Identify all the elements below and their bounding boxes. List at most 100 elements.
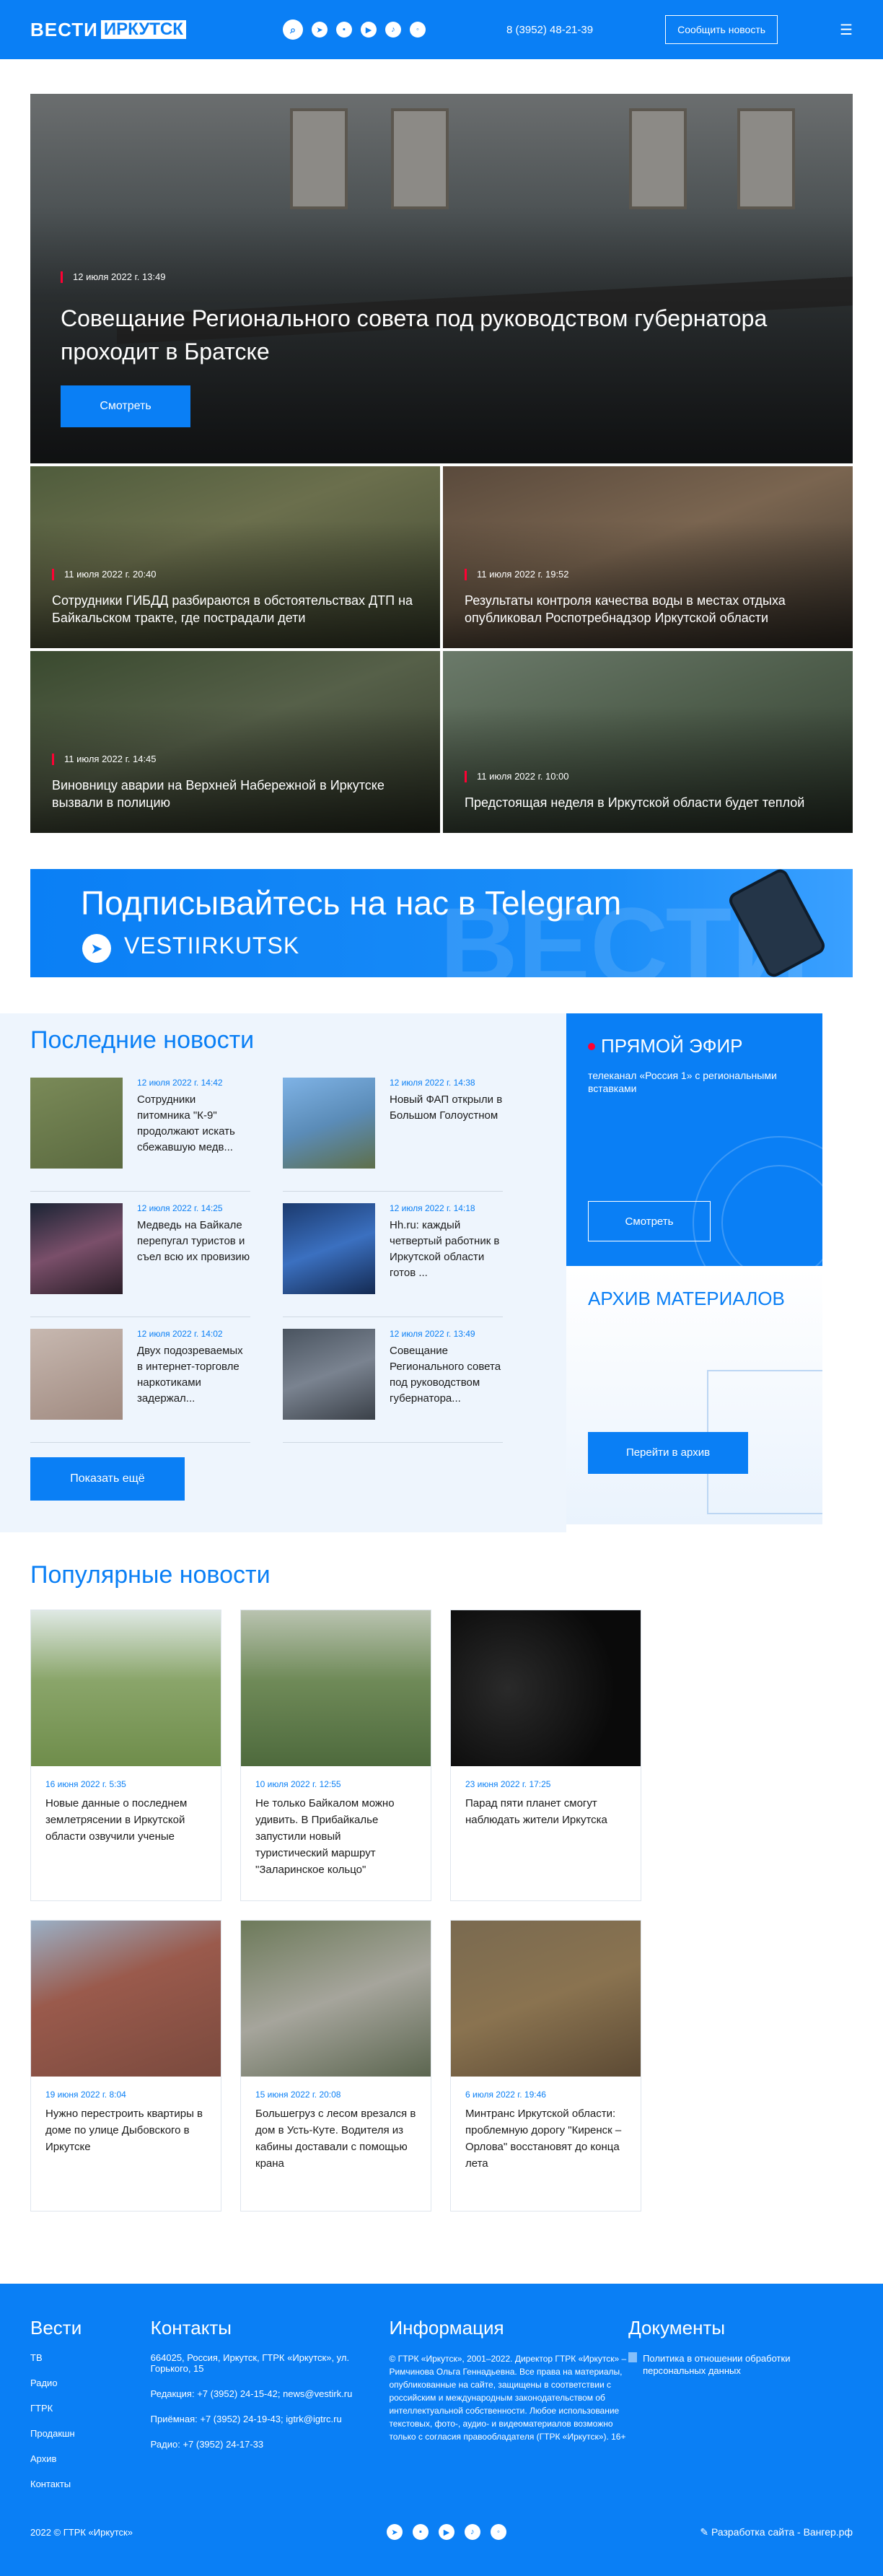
footer-developer[interactable]: ✎ Разработка сайта - Вангер.рф bbox=[700, 2526, 853, 2538]
grid-news-card[interactable]: 11 июля 2022 г. 19:52 Результаты контрол… bbox=[443, 466, 853, 648]
popular-card[interactable]: 19 июня 2022 г. 8:04 Нужно перестроить к… bbox=[30, 1920, 221, 2212]
site-header: ВЕСТИ ИРКУТСК ⌕ ➤ ▪ ▶ ♪ ◦ 8 (3952) 48-21… bbox=[0, 0, 883, 59]
telegram-banner[interactable]: ВЕСТИ Подписывайтесь на нас в Telegram ➤… bbox=[30, 869, 853, 977]
latest-date: 12 июля 2022 г. 14:38 bbox=[390, 1078, 475, 1088]
latest-item-title[interactable]: Hh.ru: каждый четвертый работник в Иркут… bbox=[390, 1218, 503, 1281]
site-logo[interactable]: ВЕСТИ ИРКУТСК bbox=[30, 19, 211, 41]
footer-contact-line[interactable]: Редакция: +7 (3952) 24-15-42; news@vesti… bbox=[151, 2388, 390, 2399]
popular-card[interactable]: 23 июня 2022 г. 17:25 Парад пяти планет … bbox=[450, 1610, 641, 1901]
site-footer: Вести ТВ Радио ГТРК Продакшн Архив Конта… bbox=[0, 2284, 883, 2576]
grid-news-card[interactable]: 11 июля 2022 г. 14:45 Виновницу аварии н… bbox=[30, 651, 440, 833]
footer-link[interactable]: Радио bbox=[30, 2378, 151, 2388]
footer-doc-link[interactable]: Политика в отношении обработки персональ… bbox=[628, 2352, 853, 2377]
footer-doc-label: Политика в отношении обработки персональ… bbox=[643, 2353, 791, 2376]
hero-title[interactable]: Совещание Регионального совета под руков… bbox=[61, 302, 824, 368]
logo-irkutsk: ИРКУТСК bbox=[100, 20, 186, 39]
footer-contacts-title: Контакты bbox=[150, 2317, 232, 2339]
footer-social: ➤ ▪ ▶ ♪ ◦ bbox=[386, 2524, 506, 2540]
archive-block: АРХИВ МАТЕРИАЛОВ Перейти в архив bbox=[566, 1269, 822, 1524]
youtube-icon[interactable]: ▶ bbox=[438, 2524, 454, 2540]
footer-contact-line[interactable]: Приёмная: +7 (3952) 24-19-43; igtrk@igtr… bbox=[151, 2414, 390, 2424]
grid-news-content: 11 июля 2022 г. 19:52 Результаты контрол… bbox=[465, 569, 835, 626]
grid-news-title[interactable]: Предстоящая неделя в Иркутской области б… bbox=[465, 794, 835, 811]
latest-item-title[interactable]: Двух подозреваемых в интернет-торговле н… bbox=[137, 1343, 250, 1407]
header-phone[interactable]: 8 (3952) 48-21-39 bbox=[506, 24, 593, 36]
tiktok-icon[interactable]: ♪ bbox=[385, 22, 401, 38]
latest-item-title[interactable]: Совещание Регионального совета под руков… bbox=[390, 1343, 503, 1407]
grid-news-card[interactable]: 11 июля 2022 г. 20:40 Сотрудники ГИБДД р… bbox=[30, 466, 440, 648]
footer-link[interactable]: ГТРК bbox=[30, 2403, 151, 2414]
latest-item[interactable]: 12 июля 2022 г. 13:49 Совещание Регионал… bbox=[283, 1317, 503, 1443]
popular-item-title[interactable]: Минтранс Иркутской области: проблемную д… bbox=[465, 2105, 626, 2172]
footer-docs: Документы Политика в отношении обработки… bbox=[628, 2317, 853, 2504]
popular-item-title[interactable]: Парад пяти планет смогут наблюдать жител… bbox=[465, 1795, 626, 1828]
popular-item-title[interactable]: Большегруз с лесом врезался в дом в Усть… bbox=[255, 2105, 416, 2172]
latest-item-title[interactable]: Новый ФАП открыли в Большом Голоустном bbox=[390, 1092, 503, 1124]
latest-date: 12 июля 2022 г. 14:25 bbox=[137, 1203, 223, 1213]
popular-image bbox=[31, 1610, 221, 1766]
tiktok-icon[interactable]: ♪ bbox=[464, 2524, 480, 2540]
footer-link[interactable]: Архив bbox=[30, 2453, 151, 2464]
vk-icon[interactable]: ▪ bbox=[336, 22, 352, 38]
popular-card[interactable]: 6 июля 2022 г. 19:46 Минтранс Иркутской … bbox=[450, 1920, 641, 2212]
footer-vesti-title: Вести bbox=[30, 2317, 82, 2339]
footer-contact-line[interactable]: Радио: +7 (3952) 24-17-33 bbox=[151, 2439, 390, 2450]
footer-link[interactable]: ТВ bbox=[30, 2352, 151, 2363]
report-news-button[interactable]: Сообщить новость bbox=[665, 15, 778, 44]
hero-news[interactable]: 12 июля 2022 г. 13:49 Совещание Регионал… bbox=[30, 94, 853, 463]
latest-title: Последние новости bbox=[30, 1026, 255, 1054]
grid-news-content: 11 июля 2022 г. 20:40 Сотрудники ГИБДД р… bbox=[52, 569, 423, 626]
grid-news-card[interactable]: 11 июля 2022 г. 10:00 Предстоящая неделя… bbox=[443, 651, 853, 833]
show-more-button[interactable]: Показать ещё bbox=[30, 1457, 185, 1501]
live-heading: ПРЯМОЙ ЭФИР bbox=[588, 1035, 801, 1057]
banner-channel: VESTIIRKUTSK bbox=[124, 933, 300, 959]
latest-item-title[interactable]: Медведь на Байкале перепугал туристов и … bbox=[137, 1218, 250, 1265]
latest-thumb bbox=[283, 1203, 375, 1294]
menu-icon[interactable]: ☰ bbox=[840, 21, 853, 39]
latest-item[interactable]: 12 июля 2022 г. 14:02 Двух подозреваемых… bbox=[30, 1317, 250, 1443]
popular-card[interactable]: 10 июля 2022 г. 12:55 Не только Байкалом… bbox=[240, 1610, 431, 1901]
latest-item[interactable]: 12 июля 2022 г. 14:18 Hh.ru: каждый четв… bbox=[283, 1192, 503, 1317]
popular-title: Популярные новости bbox=[30, 1561, 271, 1589]
latest-item-title[interactable]: Сотрудники питомника "К-9" продолжают ис… bbox=[137, 1092, 250, 1156]
live-watch-button[interactable]: Смотреть bbox=[588, 1201, 711, 1241]
youtube-icon[interactable]: ▶ bbox=[361, 22, 377, 38]
ok-icon[interactable]: ◦ bbox=[490, 2524, 506, 2540]
grid-news-title[interactable]: Результаты контроля качества воды в мест… bbox=[465, 592, 835, 626]
popular-item-title[interactable]: Не только Байкалом можно удивить. В Приб… bbox=[255, 1795, 416, 1878]
live-title: ПРЯМОЙ ЭФИР bbox=[601, 1035, 743, 1057]
popular-image bbox=[451, 1921, 641, 2077]
popular-item-title[interactable]: Новые данные о последнем землетрясении в… bbox=[45, 1795, 206, 1845]
ok-icon[interactable]: ◦ bbox=[410, 22, 426, 38]
telegram-icon[interactable]: ➤ bbox=[386, 2524, 403, 2540]
archive-title: АРХИВ МАТЕРИАЛОВ bbox=[588, 1288, 785, 1309]
popular-image bbox=[31, 1921, 221, 2077]
latest-item[interactable]: 12 июля 2022 г. 14:42 Сотрудники питомни… bbox=[30, 1066, 250, 1192]
latest-item[interactable]: 12 июля 2022 г. 14:38 Новый ФАП открыли … bbox=[283, 1066, 503, 1192]
popular-item-title[interactable]: Нужно перестроить квартиры в доме по ули… bbox=[45, 2105, 206, 2155]
footer-developer-label: Разработка сайта - Вангер.рф bbox=[711, 2525, 853, 2538]
latest-thumb bbox=[283, 1078, 375, 1169]
search-icon[interactable]: ⌕ bbox=[283, 19, 303, 40]
live-subtitle: телеканал «Россия 1» с региональными вст… bbox=[588, 1070, 777, 1094]
archive-button[interactable]: Перейти в архив bbox=[588, 1432, 748, 1474]
grid-news-content: 11 июля 2022 г. 10:00 Предстоящая неделя… bbox=[465, 771, 835, 811]
footer-link[interactable]: Контакты bbox=[30, 2479, 151, 2489]
latest-item[interactable]: 12 июля 2022 г. 14:25 Медведь на Байкале… bbox=[30, 1192, 250, 1317]
grid-news-title[interactable]: Виновницу аварии на Верхней Набережной в… bbox=[52, 777, 423, 811]
sidebar: ПРЯМОЙ ЭФИР телеканал «Россия 1» с регио… bbox=[566, 1013, 822, 1532]
latest-date: 12 июля 2022 г. 13:49 bbox=[390, 1329, 475, 1339]
popular-card[interactable]: 15 июня 2022 г. 20:08 Большегруз с лесом… bbox=[240, 1920, 431, 2212]
popular-date: 15 июня 2022 г. 20:08 bbox=[255, 2090, 341, 2100]
grid-news-date: 11 июля 2022 г. 10:00 bbox=[465, 771, 835, 782]
footer-columns: Вести ТВ Радио ГТРК Продакшн Архив Конта… bbox=[30, 2317, 853, 2504]
telegram-icon[interactable]: ➤ bbox=[312, 22, 328, 38]
live-broadcast[interactable]: ПРЯМОЙ ЭФИР телеканал «Россия 1» с регио… bbox=[566, 1013, 822, 1266]
grid-news-title[interactable]: Сотрудники ГИБДД разбираются в обстоятел… bbox=[52, 592, 423, 626]
vk-icon[interactable]: ▪ bbox=[412, 2524, 429, 2540]
popular-card[interactable]: 16 июня 2022 г. 5:35 Новые данные о посл… bbox=[30, 1610, 221, 1901]
popular-image bbox=[241, 1610, 431, 1766]
hero-watch-button[interactable]: Смотреть bbox=[61, 385, 190, 427]
footer-link[interactable]: Продакшн bbox=[30, 2428, 151, 2439]
latest-thumb bbox=[30, 1329, 123, 1420]
